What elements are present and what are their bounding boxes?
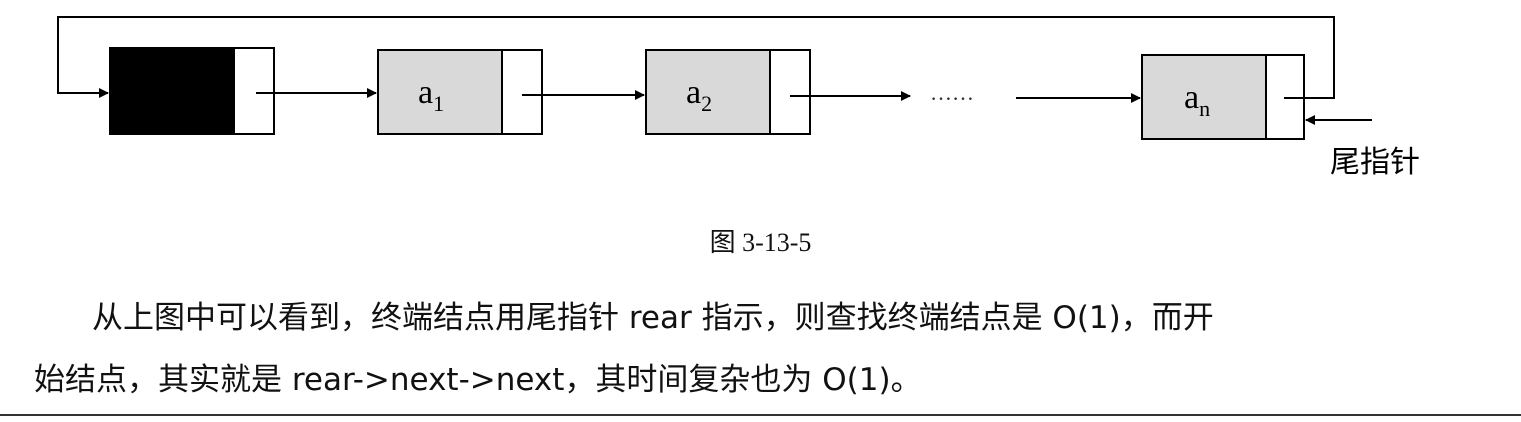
node-a2: a2	[645, 49, 811, 135]
page-divider	[0, 414, 1521, 416]
node-an: an	[1141, 54, 1305, 140]
ellipsis: ……	[930, 80, 974, 105]
node-a1: a1	[377, 49, 543, 135]
figure-caption: 图 3-13-5	[709, 228, 812, 257]
paragraph-line-2: 始结点，其实就是 rear->next->next，其时间复杂也为 O(1)。	[34, 362, 922, 398]
circular-linked-list-diagram: a1 a2 an …… 尾指针	[57, 16, 1420, 180]
head-node	[109, 47, 275, 135]
paragraph-line-1: 从上图中可以看到，终端结点用尾指针 rear 指示，则查找终端结点是 O(1)，…	[92, 300, 1214, 336]
tail-pointer-label: 尾指针	[1330, 145, 1420, 180]
